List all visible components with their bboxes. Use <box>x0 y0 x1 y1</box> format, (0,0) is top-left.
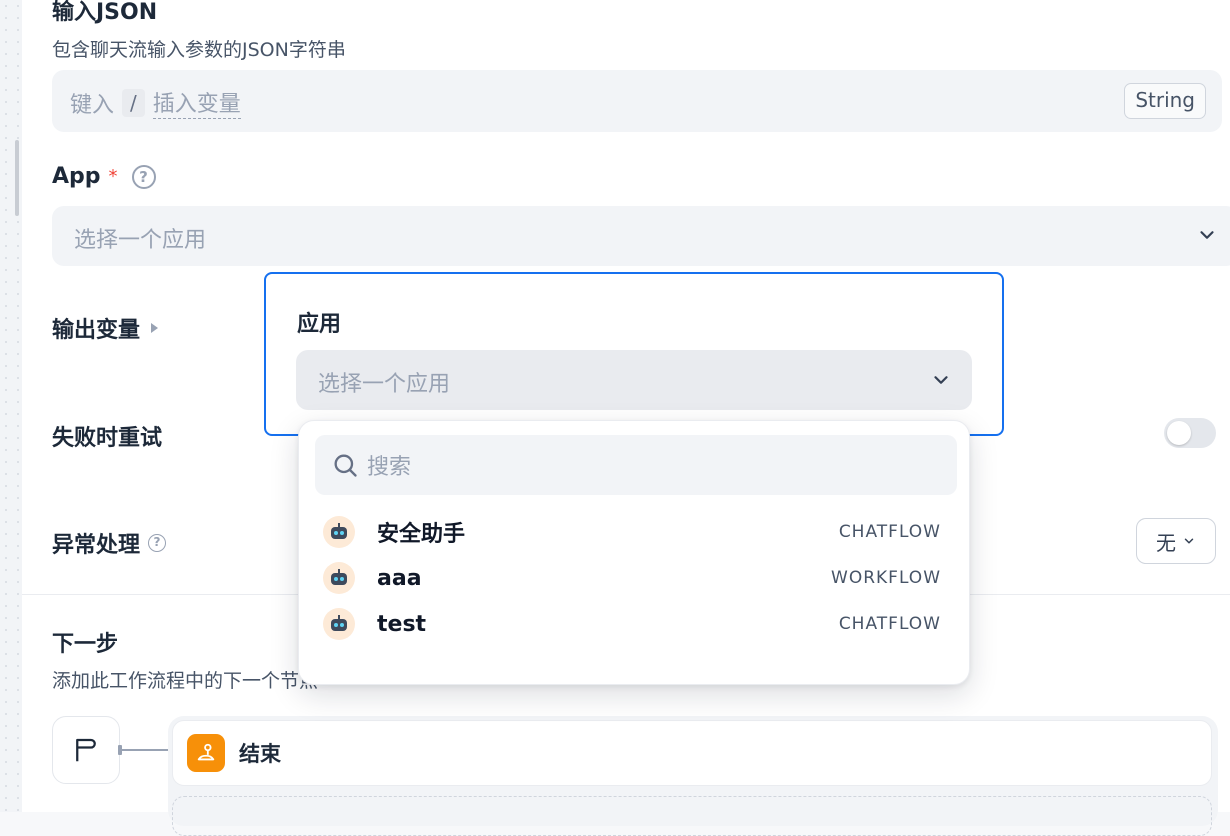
app-dropdown-menu: 搜索 安全助手 CHATFLOW aaa WORKFLOW test CHATF… <box>298 420 970 685</box>
next-node-group: 结束 <box>168 716 1218 836</box>
option-name: aaa <box>377 565 422 591</box>
next-step-description: 添加此工作流程中的下一个节点 <box>52 670 319 692</box>
chevron-down-icon <box>934 376 948 384</box>
next-step-title: 下一步 <box>52 632 119 657</box>
robot-icon <box>323 562 355 594</box>
app-select[interactable]: 选择一个应用 <box>52 206 1230 266</box>
app-option[interactable]: aaa WORKFLOW <box>315 555 957 601</box>
retry-toggle[interactable] <box>1164 418 1216 448</box>
exception-value: 无 <box>1156 530 1176 555</box>
search-placeholder: 搜索 <box>367 455 412 480</box>
toggle-knob <box>1167 421 1191 445</box>
option-type: CHATFLOW <box>838 614 941 634</box>
input-json-placeholder: 键入 / 插入变量 <box>70 86 241 119</box>
robot-icon-glyph <box>331 569 347 585</box>
robot-icon-glyph <box>331 615 347 631</box>
app-selector-popup: 应用 选择一个应用 <box>264 272 1004 436</box>
search-icon <box>334 454 357 477</box>
app-select-placeholder: 选择一个应用 <box>74 228 207 253</box>
app-label-row: App * ? <box>52 164 156 189</box>
variable-type-tag: String <box>1124 83 1206 119</box>
add-next-node-slot[interactable] <box>172 796 1212 836</box>
node-config-panel: 输入JSON 包含聊天流输入参数的JSON字符串 键入 / 插入变量 Strin… <box>22 0 1230 836</box>
app-option[interactable]: 安全助手 CHATFLOW <box>315 509 957 555</box>
option-type: CHATFLOW <box>838 522 941 542</box>
input-json-field[interactable]: 键入 / 插入变量 String <box>52 70 1222 132</box>
required-mark: * <box>108 166 118 187</box>
slash-key-hint: / <box>122 88 145 117</box>
canvas-scrollbar[interactable] <box>15 140 19 216</box>
output-vars-label: 输出变量 <box>52 318 141 343</box>
option-name: test <box>377 611 427 637</box>
input-json-description: 包含聊天流输入参数的JSON字符串 <box>52 39 346 61</box>
option-type: WORKFLOW <box>831 568 941 588</box>
flag-icon <box>76 738 96 762</box>
help-icon[interactable]: ? <box>131 164 156 189</box>
connector-line <box>120 749 168 751</box>
app-option[interactable]: test CHATFLOW <box>315 601 957 647</box>
insert-variable-hint: 插入变量 <box>152 86 241 119</box>
popup-app-select[interactable]: 选择一个应用 <box>296 350 972 410</box>
option-name: 安全助手 <box>377 522 466 547</box>
output-vars-row[interactable]: 输出变量 <box>52 312 160 344</box>
robot-icon <box>323 608 355 640</box>
end-node-card[interactable]: 结束 <box>172 720 1212 786</box>
robot-icon-glyph <box>331 523 347 539</box>
robot-icon <box>323 516 355 548</box>
start-node-handle <box>52 716 120 784</box>
help-icon[interactable]: ? <box>148 534 167 552</box>
retry-label: 失败时重试 <box>52 426 163 451</box>
end-node-label: 结束 <box>239 742 281 766</box>
exception-label: 异常处理 <box>52 533 141 558</box>
input-json-title: 输入JSON <box>52 0 158 25</box>
app-label: App <box>52 164 101 189</box>
end-node-icon <box>187 734 225 772</box>
popup-title: 应用 <box>297 312 342 337</box>
workflow-canvas-edge <box>0 0 22 812</box>
end-icon <box>197 743 215 761</box>
chevron-down-icon <box>1184 538 1194 544</box>
caret-right-icon <box>151 323 159 333</box>
placeholder-type-text: 键入 <box>70 92 115 118</box>
chevron-down-icon <box>1200 231 1214 239</box>
exception-label-row: 异常处理 ? <box>52 527 167 559</box>
app-search-input[interactable]: 搜索 <box>315 435 957 495</box>
exception-select[interactable]: 无 <box>1136 518 1216 564</box>
popup-select-placeholder: 选择一个应用 <box>318 372 451 397</box>
